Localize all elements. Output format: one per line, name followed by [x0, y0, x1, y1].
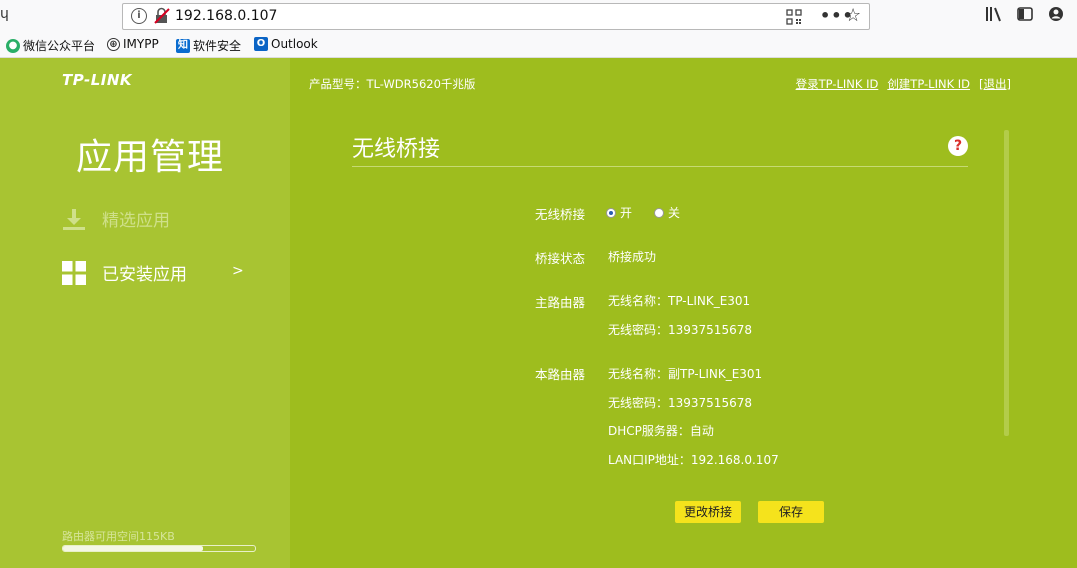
status-value: 桥接成功: [608, 250, 657, 264]
divider: [352, 166, 968, 167]
bridge-label: 无线桥接: [535, 207, 586, 222]
chevron-right-icon: >: [232, 263, 244, 279]
this-router-label: 本路由器: [535, 367, 586, 382]
storage-progress-fill: [63, 546, 204, 551]
grid-icon: [62, 260, 86, 285]
this-router-password: 无线密码：13937515678: [608, 396, 752, 410]
library-icon[interactable]: [985, 6, 1003, 22]
back-icon[interactable]: ɥ: [0, 6, 9, 22]
globe-icon: ⊕: [107, 37, 120, 51]
sidebar: TP-LINK 应用管理 精选应用 已安装应用 > 路由器可用空间115KB: [0, 58, 290, 568]
sidebar-item-featured-apps[interactable]: 精选应用: [62, 206, 170, 231]
bookmark-label: 软件安全: [193, 39, 242, 53]
bookmark-imypp[interactable]: ⊕ IMYPP: [107, 37, 159, 51]
dhcp-server: DHCP服务器：自动: [608, 424, 714, 438]
main-panel: 产品型号：TL-WDR5620千兆版 登录TP-LINK ID 创建TP-LIN…: [290, 58, 1077, 568]
insecure-lock-icon[interactable]: [153, 7, 171, 25]
bookmark-wechat[interactable]: ● 微信公众平台: [6, 37, 95, 54]
change-bridge-button[interactable]: 更改桥接: [675, 501, 741, 523]
product-model: 产品型号：TL-WDR5620千兆版: [309, 77, 476, 91]
bookmark-label: 微信公众平台: [23, 39, 96, 53]
sidebar-item-label: 已安装应用: [102, 265, 187, 285]
login-link[interactable]: 登录TP-LINK ID: [796, 76, 879, 92]
sidebar-item-label: 精选应用: [102, 211, 170, 231]
sidebar-toggle-icon[interactable]: [1017, 6, 1033, 22]
app-title: 应用管理: [76, 137, 225, 178]
storage-label: 路由器可用空间115KB: [62, 530, 175, 543]
header-links: 登录TP-LINK ID 创建TP-LINK ID [退出]: [796, 76, 1011, 92]
qr-code-icon[interactable]: [786, 9, 802, 25]
outlook-icon: O: [254, 37, 268, 51]
bookmark-label: IMYPP: [123, 37, 159, 51]
status-label: 桥接状态: [535, 251, 586, 266]
help-icon[interactable]: ?: [948, 136, 968, 156]
bridge-toggle: 开 关: [606, 204, 680, 221]
scrollbar[interactable]: [1004, 130, 1009, 436]
lan-ip: LAN口IP地址：192.168.0.107: [608, 453, 779, 467]
bookmark-label: Outlook: [271, 37, 318, 51]
bookmark-outlook[interactable]: O Outlook: [254, 37, 318, 51]
this-router-ssid: 无线名称：副TP-LINK_E301: [608, 367, 763, 381]
bookmarks-bar: ● 微信公众平台 ⊕ IMYPP 知 软件安全 O Outlook: [0, 34, 1077, 58]
save-button[interactable]: 保存: [758, 501, 824, 523]
create-id-link[interactable]: 创建TP-LINK ID: [887, 76, 970, 92]
radio-off-label[interactable]: 关: [668, 204, 680, 221]
account-icon[interactable]: [1048, 6, 1064, 22]
bookmark-security[interactable]: 知 软件安全: [176, 37, 241, 54]
download-icon: [63, 208, 85, 230]
page-title: 无线桥接: [352, 137, 441, 162]
bookmark-star-icon[interactable]: ☆: [845, 5, 861, 26]
main-router-password: 无线密码：13937515678: [608, 323, 752, 337]
wechat-icon: ●: [6, 38, 20, 53]
sidebar-item-installed-apps[interactable]: 已安装应用: [62, 260, 187, 285]
tp-link-logo: TP-LINK: [62, 71, 133, 89]
radio-on[interactable]: [606, 207, 616, 218]
address-bar[interactable]: i 192.168.0.107 ••• ☆: [122, 3, 870, 30]
logout-link[interactable]: [退出]: [979, 76, 1011, 92]
radio-on-label[interactable]: 开: [620, 204, 632, 221]
browser-toolbar: ɥ i 192.168.0.107 ••• ☆: [0, 0, 1077, 34]
radio-off[interactable]: [654, 207, 665, 218]
zhihu-icon: 知: [176, 38, 190, 53]
main-router-ssid: 无线名称：TP-LINK_E301: [608, 294, 751, 308]
main-router-label: 主路由器: [535, 295, 586, 310]
info-icon[interactable]: i: [131, 8, 147, 24]
url-text[interactable]: 192.168.0.107: [175, 8, 277, 24]
storage-progress-bar: [62, 545, 256, 552]
